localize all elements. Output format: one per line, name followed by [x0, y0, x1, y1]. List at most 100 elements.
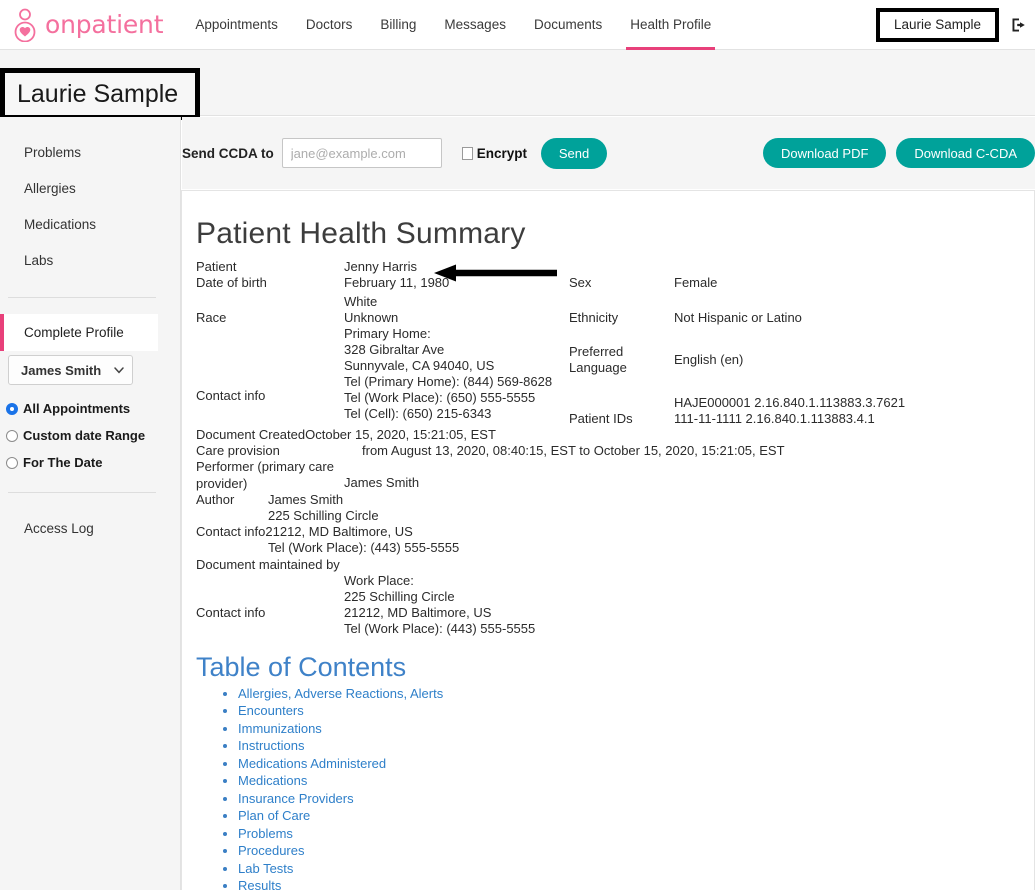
document-metadata-block: Document Created October 15, 2020, 15:21… — [196, 427, 1034, 638]
row-document-created: Document Created October 15, 2020, 15:21… — [196, 427, 1034, 443]
contact-info-values: Primary Home: 328 Gibraltar Ave Sunnyval… — [344, 326, 569, 427]
logout-icon[interactable] — [1011, 17, 1027, 33]
nav-item-documents[interactable]: Documents — [520, 0, 616, 50]
send-ccda-label: Send CCDA to — [182, 145, 274, 161]
performer-label: Performer (primary care provider) — [196, 459, 344, 491]
contact-line: Primary Home: — [344, 326, 431, 341]
toc-link-lab-tests[interactable]: Lab Tests — [238, 861, 293, 876]
toc-link-instructions[interactable]: Instructions — [238, 738, 304, 753]
maintainer-line: 21212, MD Baltimore, US — [344, 605, 492, 621]
download-pdf-button[interactable]: Download PDF — [762, 138, 887, 168]
performer-label-line1: Performer (primary care — [196, 459, 334, 475]
maintainer-line: Tel (Work Place): (443) 555-5555 — [344, 621, 536, 637]
performer-label-line2: provider) — [196, 475, 248, 491]
preferred-language-label: Preferred Language — [569, 326, 674, 376]
patient-value: Jenny Harris — [344, 259, 417, 274]
toc-list-item: Immunizations — [238, 720, 1034, 737]
nav-item-appointments[interactable]: Appointments — [181, 0, 292, 50]
toc-list-item: Instructions — [238, 737, 1034, 754]
row-author-contact: Contact info 21212, MD Baltimore, US — [196, 524, 1034, 540]
radio-for-the-date-indicator[interactable] — [6, 456, 18, 469]
page-title-bar: Laurie Sample — [0, 50, 1035, 120]
patient-health-summary-document: Patient Health Summary Patient Jenny Har… — [182, 191, 1034, 890]
radio-custom-date-range[interactable]: Custom date Range — [6, 422, 180, 449]
sidebar-item-medications[interactable]: Medications — [0, 207, 180, 243]
care-provision-value: from August 13, 2020, 08:40:15, EST to O… — [362, 443, 785, 459]
row-maintained-by: Document maintained by — [196, 557, 1034, 573]
contact-line: Tel (Primary Home): (844) 569-8628 — [344, 374, 553, 389]
toc-list-item: Results — [238, 877, 1034, 890]
maintainer-line: Work Place: — [344, 572, 414, 588]
provider-select[interactable]: James Smith — [8, 355, 133, 385]
dob-label: Date of birth — [196, 275, 267, 290]
sidebar: Problems Allergies Medications Labs Comp… — [0, 117, 181, 890]
toc-link-plan-of-care[interactable]: Plan of Care — [238, 808, 310, 823]
user-menu-button[interactable]: Laurie Sample — [875, 7, 999, 42]
sidebar-item-labs[interactable]: Labs — [0, 243, 180, 279]
maintainer-contact-values: Work Place: 225 Schilling Circle 21212, … — [344, 573, 535, 638]
row-race-ethnicity: Race White Unknown Ethnicity Not Hispani… — [196, 294, 1034, 326]
sidebar-item-problems[interactable]: Problems — [0, 135, 180, 171]
race-values: White Unknown — [344, 294, 569, 326]
nav-item-messages[interactable]: Messages — [430, 0, 520, 50]
sidebar-item-allergies[interactable]: Allergies — [0, 171, 180, 207]
patient-label: Patient — [196, 259, 237, 274]
radio-all-appointments-indicator[interactable] — [6, 402, 18, 415]
page-title-highlight-box: Laurie Sample — [0, 68, 200, 120]
row-author-tel: Tel (Work Place): (443) 555-5555 — [196, 540, 1034, 556]
brand-logo[interactable]: onpatient — [10, 0, 164, 50]
toc-link-results[interactable]: Results — [238, 878, 281, 890]
dob-value: February 11, 1980 — [344, 275, 450, 290]
sidebar-item-access-log[interactable]: Access Log — [0, 511, 180, 547]
ethnicity-label: Ethnicity — [569, 310, 619, 325]
chevron-down-icon — [114, 366, 124, 374]
nav-item-list: Appointments Doctors Billing Messages Do… — [181, 0, 725, 50]
toc-link-medications[interactable]: Medications — [238, 773, 307, 788]
ccda-email-input[interactable] — [281, 138, 442, 168]
person-heart-logo-icon — [14, 8, 36, 42]
toc-link-allergies[interactable]: Allergies, Adverse Reactions, Alerts — [238, 686, 443, 701]
radio-all-appointments[interactable]: All Appointments — [6, 395, 180, 422]
toc-list-item: Plan of Care — [238, 807, 1034, 824]
race-label: Race — [196, 310, 227, 325]
toc-link-procedures[interactable]: Procedures — [238, 843, 304, 858]
encrypt-label: Encrypt — [476, 145, 528, 161]
patient-info-grid: Patient Jenny Harris Date of birth Febru… — [196, 259, 1034, 427]
toc-list-item: Insurance Providers — [238, 790, 1034, 807]
maintainer-contact-label: Contact info — [196, 604, 266, 620]
toc-list-item: Lab Tests — [238, 860, 1034, 877]
radio-custom-date-range-indicator[interactable] — [6, 429, 18, 442]
radio-for-the-date[interactable]: For The Date — [6, 449, 180, 476]
sex-label: Sex — [569, 275, 592, 290]
nav-item-doctors[interactable]: Doctors — [292, 0, 367, 50]
contact-info-label: Contact info — [196, 388, 266, 403]
download-ccda-button[interactable]: Download C-CDA — [896, 138, 1035, 168]
top-navigation-bar: onpatient Appointments Doctors Billing M… — [0, 0, 1035, 50]
encrypt-checkbox-row[interactable]: Encrypt — [461, 145, 528, 161]
user-name-label: Laurie Sample — [893, 16, 981, 32]
complete-profile-label: Complete Profile — [24, 325, 124, 340]
row-maintainer-contact: Contact info Work Place: 225 Schilling C… — [196, 573, 1034, 638]
toc-link-insurance-providers[interactable]: Insurance Providers — [238, 791, 354, 806]
toc-link-encounters[interactable]: Encounters — [238, 703, 304, 718]
appointment-filter-radio-group: All Appointments Custom date Range For T… — [0, 395, 180, 476]
race-value-primary: White — [344, 294, 378, 309]
send-button[interactable]: Send — [541, 137, 608, 169]
sidebar-item-complete-profile[interactable]: Complete Profile — [0, 314, 158, 351]
patient-id-line: HAJE000001 2.16.840.1.113883.3.7621 — [674, 395, 906, 410]
toc-list-item: Medications — [238, 772, 1034, 789]
contact-line: Tel (Work Place): (650) 555-5555 — [344, 390, 536, 405]
radio-custom-date-range-label: Custom date Range — [23, 428, 146, 443]
nav-item-billing[interactable]: Billing — [366, 0, 430, 50]
contact-line: 328 Gibraltar Ave — [344, 342, 445, 357]
encrypt-checkbox[interactable] — [461, 146, 473, 160]
toc-link-problems[interactable]: Problems — [238, 826, 293, 841]
preferred-language-value: English (en) — [674, 352, 744, 367]
toc-link-immunizations[interactable]: Immunizations — [238, 721, 322, 736]
toc-link-medications-administered[interactable]: Medications Administered — [238, 756, 386, 771]
spacer-cell-2 — [674, 259, 1034, 275]
contact-line: Sunnyvale, CA 94040, US — [344, 358, 495, 373]
download-button-group: Download PDF Download C-CDA — [753, 138, 1035, 168]
page-title: Laurie Sample — [17, 79, 179, 108]
nav-item-health-profile[interactable]: Health Profile — [616, 0, 725, 50]
